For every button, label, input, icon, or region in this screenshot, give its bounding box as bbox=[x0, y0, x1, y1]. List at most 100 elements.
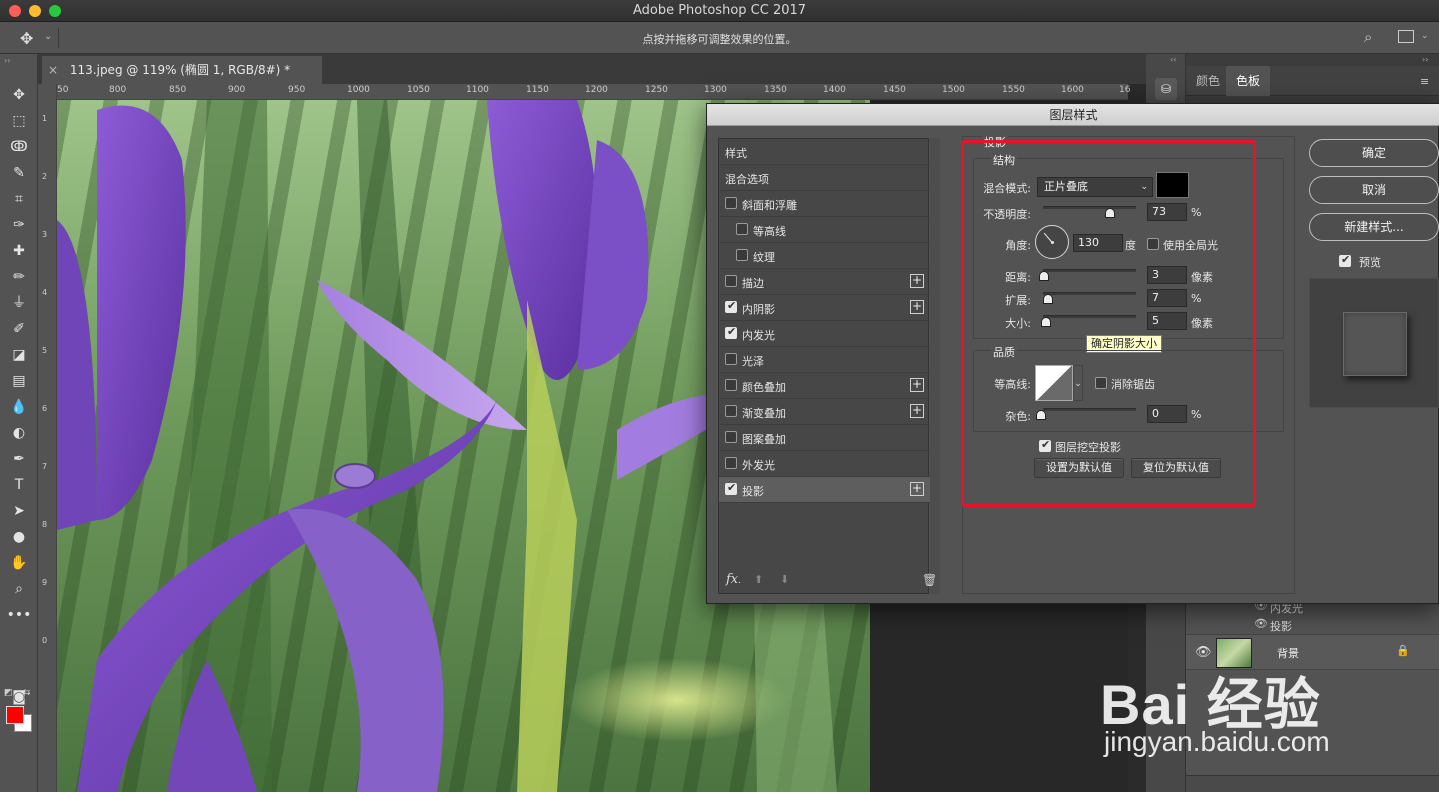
collapse-arrows-icon[interactable]: ›› bbox=[1422, 55, 1428, 64]
stamp-tool-icon[interactable]: ⏚ bbox=[6, 292, 32, 314]
brush-tool-icon[interactable]: ✏ bbox=[6, 266, 32, 288]
fx-menu-button[interactable]: fx. bbox=[726, 572, 741, 587]
eyedropper-tool-icon[interactable]: ✑ bbox=[6, 214, 32, 236]
style-item-stroke[interactable]: 描边 + bbox=[719, 269, 930, 295]
ruler-label: 800 bbox=[109, 85, 127, 95]
outer-glow-checkbox[interactable] bbox=[725, 457, 737, 469]
foreground-color-swatch[interactable] bbox=[6, 706, 24, 724]
healing-tool-icon[interactable]: ✚ bbox=[6, 240, 32, 262]
style-item-texture[interactable]: 纹理 bbox=[719, 243, 930, 269]
ruler-label: 1350 bbox=[764, 85, 787, 95]
style-item-outer-glow[interactable]: 外发光 bbox=[719, 451, 930, 477]
workspace-icon[interactable] bbox=[1398, 30, 1414, 43]
inner-shadow-checkbox[interactable] bbox=[725, 299, 737, 313]
contour-checkbox[interactable] bbox=[736, 223, 748, 235]
eraser-tool-icon[interactable]: ◪ bbox=[6, 344, 32, 366]
search-icon[interactable]: ⌕ bbox=[1364, 28, 1372, 46]
satin-checkbox[interactable] bbox=[725, 353, 737, 365]
styles-scrollbar[interactable] bbox=[930, 138, 940, 594]
chevron-down-icon[interactable]: ⌄ bbox=[1421, 31, 1429, 41]
style-item-satin[interactable]: 光泽 bbox=[719, 347, 930, 373]
gradient-tool-icon[interactable]: ▤ bbox=[6, 370, 32, 392]
highlight-annotation bbox=[961, 140, 1256, 507]
style-item-drop-shadow[interactable]: 投影 + bbox=[719, 477, 930, 503]
style-item-label: 光泽 bbox=[742, 355, 764, 368]
add-stroke-button[interactable]: + bbox=[910, 274, 924, 288]
layer-style-dialog: 图层样式 样式 混合选项 斜面和浮雕 等高线 纹理 描边 + 内阴影 + bbox=[706, 103, 1439, 604]
tab-swatches[interactable]: 色板 bbox=[1226, 66, 1271, 96]
style-item-inner-glow[interactable]: 内发光 bbox=[719, 321, 930, 347]
style-item-label: 渐变叠加 bbox=[742, 407, 786, 420]
preview-swatch bbox=[1343, 312, 1407, 376]
ok-button[interactable]: 确定 bbox=[1309, 139, 1439, 167]
layer-name: 背景 bbox=[1277, 647, 1299, 660]
blur-tool-icon[interactable]: 💧 bbox=[6, 396, 32, 418]
bevel-emboss-checkbox[interactable] bbox=[725, 197, 737, 209]
styles-list: 样式 混合选项 斜面和浮雕 等高线 纹理 描边 + 内阴影 + 内发 bbox=[718, 138, 930, 594]
move-up-icon[interactable]: ⬆ bbox=[754, 573, 763, 586]
lock-icon: 🔒 bbox=[1396, 644, 1410, 657]
style-item-label: 样式 bbox=[725, 147, 747, 160]
new-style-button[interactable]: 新建样式... bbox=[1309, 213, 1439, 241]
collapse-arrows-icon[interactable]: ›› bbox=[4, 56, 10, 65]
style-item-color-overlay[interactable]: 颜色叠加 + bbox=[719, 373, 930, 399]
preview-label: 预览 bbox=[1359, 256, 1381, 269]
layer-effect-row[interactable]: 👁 投影 bbox=[1186, 615, 1439, 633]
crop-tool-icon[interactable]: ⌗ bbox=[6, 188, 32, 210]
style-item-contour[interactable]: 等高线 bbox=[719, 217, 930, 243]
inner-glow-checkbox[interactable] bbox=[725, 325, 737, 339]
style-item-pattern-overlay[interactable]: 图案叠加 bbox=[719, 425, 930, 451]
zoom-tool-icon[interactable]: ⌕ bbox=[6, 578, 32, 600]
ruler-label: 1450 bbox=[883, 85, 906, 95]
drop-shadow-checkbox[interactable] bbox=[725, 481, 737, 495]
style-item-label: 纹理 bbox=[753, 251, 775, 264]
close-tab-icon[interactable]: × bbox=[48, 63, 58, 77]
horizontal-ruler: 50 800 850 900 950 1000 1050 1100 1150 1… bbox=[57, 84, 1131, 100]
style-item-label: 内发光 bbox=[742, 329, 775, 342]
type-tool-icon[interactable]: T bbox=[6, 474, 32, 496]
quick-select-tool-icon[interactable]: ✎ bbox=[6, 162, 32, 184]
vertical-ruler: 1 2 3 4 5 6 7 8 9 0 bbox=[38, 84, 57, 792]
preview-checkbox[interactable] bbox=[1339, 253, 1351, 267]
tools-panel: ›› ✥ ⬚ ↂ ✎ ⌗ ✑ ✚ ✏ ⏚ ✐ ◪ ▤ 💧 ◐ ✒ T ➤ ● ✋… bbox=[0, 54, 38, 792]
trash-icon[interactable]: 🗑 bbox=[922, 573, 937, 587]
style-item-bevel-emboss[interactable]: 斜面和浮雕 bbox=[719, 191, 930, 217]
dodge-tool-icon[interactable]: ◐ bbox=[6, 422, 32, 444]
add-color-overlay-button[interactable]: + bbox=[910, 378, 924, 392]
layer-effect-label: 投影 bbox=[1270, 620, 1292, 633]
more-tools-icon[interactable]: ••• bbox=[6, 604, 32, 626]
move-down-icon[interactable]: ⬇ bbox=[780, 573, 789, 586]
hand-tool-icon[interactable]: ✋ bbox=[6, 552, 32, 574]
ellipse-tool-icon[interactable]: ● bbox=[6, 526, 32, 548]
texture-checkbox[interactable] bbox=[736, 249, 748, 261]
document-tab[interactable]: × 113.jpeg @ 119% (椭圆 1, RGB/8#) * bbox=[42, 56, 322, 84]
color-overlay-checkbox[interactable] bbox=[725, 379, 737, 391]
pen-tool-icon[interactable]: ✒ bbox=[6, 448, 32, 470]
style-item-blending-options[interactable]: 混合选项 bbox=[719, 165, 930, 191]
ruler-label: 1550 bbox=[1002, 85, 1025, 95]
marquee-tool-icon[interactable]: ⬚ bbox=[6, 110, 32, 132]
stroke-checkbox[interactable] bbox=[725, 275, 737, 287]
quick-mask-icon[interactable]: ◙ bbox=[6, 686, 32, 708]
style-item-gradient-overlay[interactable]: 渐变叠加 + bbox=[719, 399, 930, 425]
panel-menu-icon[interactable]: ≡ bbox=[1420, 75, 1429, 88]
cancel-button[interactable]: 取消 bbox=[1309, 176, 1439, 204]
style-item-inner-shadow[interactable]: 内阴影 + bbox=[719, 295, 930, 321]
options-hint: 点按并拖移可调整效果的位置。 bbox=[642, 33, 797, 46]
eye-icon[interactable]: 👁 bbox=[1195, 645, 1212, 660]
tab-color[interactable]: 颜色 bbox=[1186, 66, 1230, 96]
add-drop-shadow-button[interactable]: + bbox=[910, 482, 924, 496]
add-gradient-overlay-button[interactable]: + bbox=[910, 404, 924, 418]
history-brush-tool-icon[interactable]: ✐ bbox=[6, 318, 32, 340]
ruler-label: 16 bbox=[1119, 85, 1131, 95]
path-select-tool-icon[interactable]: ➤ bbox=[6, 500, 32, 522]
lasso-tool-icon[interactable]: ↂ bbox=[6, 136, 32, 158]
collapse-arrows-icon[interactable]: ‹‹ bbox=[1170, 55, 1176, 64]
eye-icon[interactable]: 👁 bbox=[1254, 617, 1268, 630]
pattern-overlay-checkbox[interactable] bbox=[725, 431, 737, 443]
style-item-styles[interactable]: 样式 bbox=[719, 139, 930, 165]
gradient-overlay-checkbox[interactable] bbox=[725, 405, 737, 417]
add-inner-shadow-button[interactable]: + bbox=[910, 300, 924, 314]
panel-toggle-icon[interactable]: ⛁ bbox=[1155, 78, 1177, 100]
move-tool-icon[interactable]: ✥ bbox=[6, 84, 32, 106]
